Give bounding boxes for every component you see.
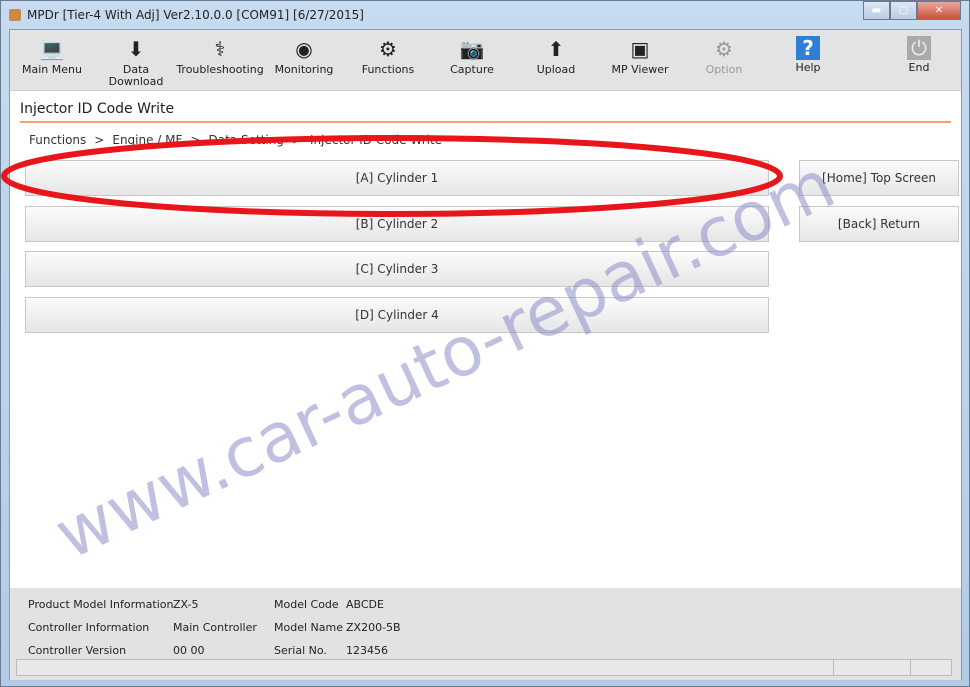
toolbar-label: End — [908, 61, 930, 74]
model-name-value: ZX200-5B — [346, 621, 401, 634]
toolbar-label: Monitoring — [274, 63, 334, 76]
title-bar: MPDr [Tier-4 With Adj] Ver2.10.0.0 [COM9… — [1, 1, 969, 29]
info-footer: Product Model Information ZX-5 Controlle… — [10, 588, 961, 680]
upload-icon: ⬆ — [547, 37, 565, 61]
page-title: Injector ID Code Write — [20, 101, 951, 123]
viewer-icon: ▣ — [630, 37, 650, 61]
main-menu-icon: 💻 — [39, 37, 65, 61]
model-name-label: Model Name — [274, 621, 343, 634]
model-code-label: Model Code — [274, 598, 339, 611]
toolbar-label: Troubleshooting — [176, 63, 264, 76]
app-window: MPDr [Tier-4 With Adj] Ver2.10.0.0 [COM9… — [0, 0, 970, 687]
controller-version-label: Controller Version — [28, 644, 127, 657]
toolbar-label: Data Download — [108, 63, 164, 88]
toolbar-monitoring-button[interactable]: ◉ Monitoring — [262, 30, 346, 90]
app-icon — [9, 9, 21, 21]
minimize-button[interactable]: ▬ — [863, 1, 890, 20]
serial-no-label: Serial No. — [274, 644, 327, 657]
camera-icon: 📷 — [459, 37, 485, 61]
toolbar-troubleshooting-button[interactable]: ⚕ Troubleshooting — [176, 30, 264, 90]
toolbar-label: MP Viewer — [611, 63, 669, 76]
cylinder-2-button[interactable]: [B] Cylinder 2 — [25, 206, 769, 242]
toolbar-option-button[interactable]: ⚙ Option — [682, 30, 766, 90]
breadcrumb-separator: > — [94, 133, 105, 147]
download-icon: ⬇ — [127, 37, 145, 61]
home-top-screen-button[interactable]: [Home] Top Screen — [799, 160, 959, 196]
breadcrumb-item[interactable]: Injector ID Code Write — [310, 133, 442, 147]
toolbar-capture-button[interactable]: 📷 Capture — [430, 30, 514, 90]
toolbar-help-button[interactable]: ? Help — [766, 30, 850, 90]
product-model-label: Product Model Information — [28, 598, 174, 611]
toolbar-main-menu-button[interactable]: 💻 Main Menu — [10, 30, 94, 90]
stethoscope-icon: ⚕ — [214, 37, 226, 61]
controller-info-label: Controller Information — [28, 621, 150, 634]
controller-info-value: Main Controller — [173, 621, 257, 634]
back-return-button[interactable]: [Back] Return — [799, 206, 959, 242]
client-area: 💻 Main Menu ⬇ Data Download ⚕ Troubleshooting… — [9, 29, 962, 680]
product-model-value: ZX-5 — [173, 598, 199, 611]
help-icon: ? — [796, 36, 820, 60]
window-title: MPDr [Tier-4 With Adj] Ver2.10.0.0 [COM9… — [27, 8, 364, 22]
model-code-value: ABCDE — [346, 598, 384, 611]
controller-version-value: 00 00 — [173, 644, 205, 657]
breadcrumb-item[interactable]: Data Setting — [208, 133, 283, 147]
toolbar-label: Main Menu — [22, 63, 82, 76]
serial-no-value: 123456 — [346, 644, 388, 657]
breadcrumb-item[interactable]: Engine / MF — [112, 133, 182, 147]
toolbar-label: Help — [795, 61, 821, 74]
cylinder-1-button[interactable]: [A] Cylinder 1 — [25, 160, 769, 196]
cylinder-3-button[interactable]: [C] Cylinder 3 — [25, 251, 769, 287]
toolbar-label: Upload — [536, 63, 576, 76]
breadcrumb-separator: > — [291, 133, 302, 147]
functions-icon: ⚙ — [379, 37, 397, 61]
gauge-icon: ◉ — [295, 37, 313, 61]
breadcrumb: Functions > Engine / MF > Data Setting > Injec… — [29, 133, 961, 147]
close-button[interactable]: ✕ — [917, 1, 961, 20]
cylinder-4-button[interactable]: [D] Cylinder 4 — [25, 297, 769, 333]
power-icon: ⏻ — [907, 36, 931, 60]
gear-icon: ⚙ — [715, 37, 733, 61]
breadcrumb-item[interactable]: Functions — [29, 133, 86, 147]
toolbar-mp-viewer-button[interactable]: ▣ MP Viewer — [598, 30, 682, 90]
toolbar-data-download-button[interactable]: ⬇ Data Download — [94, 30, 178, 90]
toolbar: 💻 Main Menu ⬇ Data Download ⚕ Troubleshooting… — [10, 30, 961, 91]
breadcrumb-separator: > — [190, 133, 201, 147]
toolbar-label: Option — [705, 63, 743, 76]
toolbar-end-button[interactable]: ⏻ End — [877, 30, 961, 90]
status-panel — [833, 659, 911, 676]
toolbar-label: Functions — [361, 63, 415, 76]
maximize-button[interactable]: □ — [890, 1, 917, 20]
toolbar-upload-button[interactable]: ⬆ Upload — [514, 30, 598, 90]
status-bar — [16, 659, 952, 676]
toolbar-label: Capture — [450, 63, 494, 76]
toolbar-functions-button[interactable]: ⚙ Functions — [346, 30, 430, 90]
